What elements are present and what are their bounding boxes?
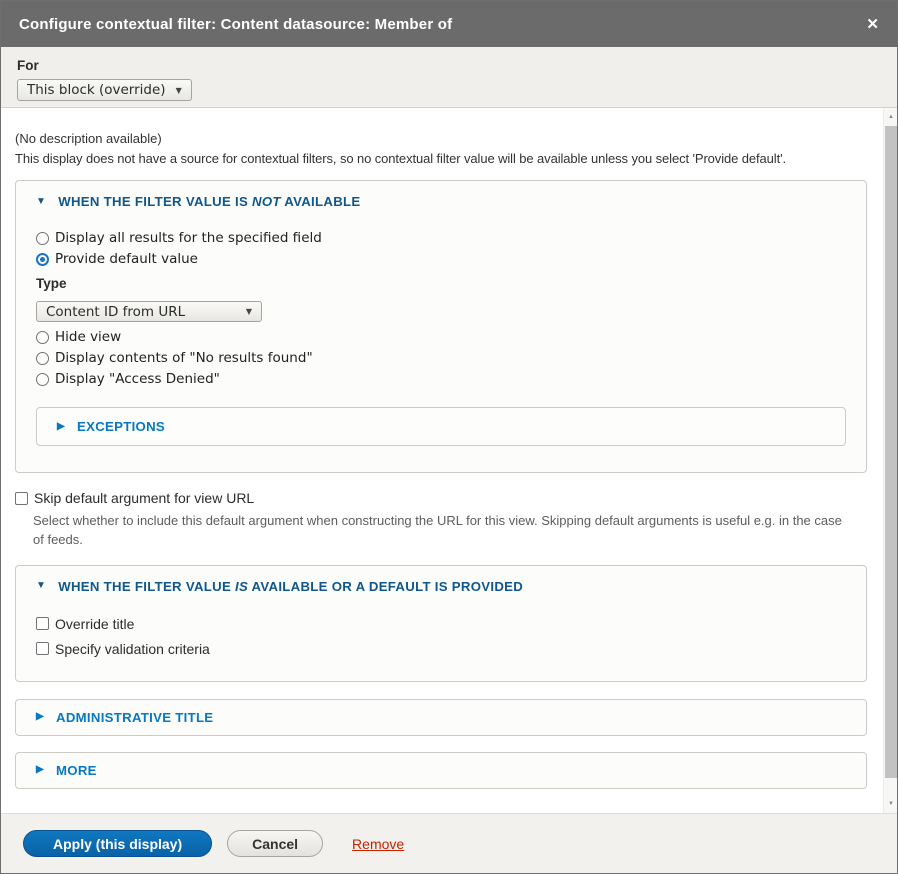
checkbox-validation-criteria[interactable]: [36, 642, 49, 655]
expand-arrow-icon: ▶: [57, 422, 65, 432]
radio-row-provide-default[interactable]: Provide default value: [36, 251, 846, 267]
checkbox-label[interactable]: Specify validation criteria: [55, 641, 210, 657]
fieldset-filter-not-available-legend[interactable]: ▼ WHEN THE FILTER VALUE IS NOT AVAILABLE: [36, 194, 846, 209]
expand-arrow-icon: ▶: [36, 712, 44, 722]
radio-row-hide-view[interactable]: Hide view: [36, 329, 846, 345]
default-type-select[interactable]: Content ID from URL ▼: [36, 301, 262, 322]
legend-text: WHEN THE FILTER VALUE IS NOT AVAILABLE: [58, 194, 360, 209]
radio-label[interactable]: Display all results for the specified fi…: [55, 230, 322, 246]
scroll-down-icon[interactable]: ▼: [884, 797, 897, 811]
fieldset-filter-available-legend[interactable]: ▼ WHEN THE FILTER VALUE IS AVAILABLE OR …: [36, 579, 846, 594]
collapse-arrow-icon: ▼: [36, 581, 46, 591]
radio-provide-default[interactable]: [36, 253, 49, 266]
checkbox-override-title[interactable]: [36, 617, 49, 630]
display-scope-select-value: This block (override): [27, 82, 166, 98]
radio-no-results[interactable]: [36, 352, 49, 365]
dialog-body: (No description available) This display …: [1, 108, 897, 813]
checkbox-label[interactable]: Skip default argument for view URL: [34, 490, 254, 506]
chevron-down-icon: ▼: [246, 307, 252, 316]
dialog-title: Configure contextual filter: Content dat…: [19, 16, 452, 33]
scrollbar-thumb[interactable]: [885, 126, 897, 778]
expand-arrow-icon: ▶: [36, 765, 44, 775]
radio-label[interactable]: Display "Access Denied": [55, 371, 220, 387]
configure-contextual-filter-dialog: Configure contextual filter: Content dat…: [0, 0, 898, 874]
fieldset-administrative-title-legend[interactable]: ▶ ADMINISTRATIVE TITLE: [36, 710, 846, 725]
radio-row-display-all[interactable]: Display all results for the specified fi…: [36, 230, 846, 246]
dialog-footer: Apply (this display) Cancel Remove: [1, 813, 897, 873]
fieldset-administrative-title: ▶ ADMINISTRATIVE TITLE: [15, 699, 867, 736]
fieldset-filter-available: ▼ WHEN THE FILTER VALUE IS AVAILABLE OR …: [15, 565, 867, 682]
dialog-header: Configure contextual filter: Content dat…: [1, 1, 897, 47]
radio-access-denied[interactable]: [36, 373, 49, 386]
legend-text: WHEN THE FILTER VALUE IS AVAILABLE OR A …: [58, 579, 523, 594]
intro-text: This display does not have a source for …: [15, 151, 867, 166]
collapse-arrow-icon: ▼: [36, 197, 46, 207]
radio-row-no-results[interactable]: Display contents of "No results found": [36, 350, 846, 366]
radio-display-all[interactable]: [36, 232, 49, 245]
radio-label[interactable]: Provide default value: [55, 251, 198, 267]
cancel-button[interactable]: Cancel: [227, 830, 323, 857]
fieldset-more-legend[interactable]: ▶ MORE: [36, 763, 846, 778]
fieldset-exceptions: ▶ EXCEPTIONS: [36, 407, 846, 446]
no-description-text: (No description available): [15, 131, 867, 146]
fieldset-more: ▶ MORE: [15, 752, 867, 789]
for-label: For: [17, 58, 881, 73]
scroll-up-icon[interactable]: ▲: [884, 110, 897, 124]
legend-text: ADMINISTRATIVE TITLE: [56, 710, 213, 725]
fieldset-exceptions-legend[interactable]: ▶ EXCEPTIONS: [57, 419, 845, 434]
display-scope-select[interactable]: This block (override) ▼: [17, 79, 192, 101]
close-icon[interactable]: ✕: [866, 17, 879, 32]
radio-row-access-denied[interactable]: Display "Access Denied": [36, 371, 846, 387]
default-type-select-value: Content ID from URL: [46, 304, 185, 320]
for-section: For This block (override) ▼: [1, 47, 897, 108]
chevron-down-icon: ▼: [176, 86, 182, 95]
type-label: Type: [36, 276, 846, 291]
fieldset-filter-not-available: ▼ WHEN THE FILTER VALUE IS NOT AVAILABLE…: [15, 180, 867, 473]
legend-text: EXCEPTIONS: [77, 419, 165, 434]
skip-default-description: Select whether to include this default a…: [33, 512, 853, 550]
checkbox-label[interactable]: Override title: [55, 616, 134, 632]
checkbox-row-validation-criteria[interactable]: Specify validation criteria: [36, 641, 846, 657]
radio-hide-view[interactable]: [36, 331, 49, 344]
legend-text: MORE: [56, 763, 97, 778]
apply-button[interactable]: Apply (this display): [23, 830, 212, 857]
vertical-scrollbar[interactable]: ▲ ▼: [883, 108, 897, 813]
checkbox-skip-default[interactable]: [15, 492, 28, 505]
radio-label[interactable]: Hide view: [55, 329, 121, 345]
remove-link[interactable]: Remove: [352, 836, 404, 852]
checkbox-row-override-title[interactable]: Override title: [36, 616, 846, 632]
radio-label[interactable]: Display contents of "No results found": [55, 350, 313, 366]
checkbox-row-skip-default[interactable]: Skip default argument for view URL: [15, 490, 867, 506]
